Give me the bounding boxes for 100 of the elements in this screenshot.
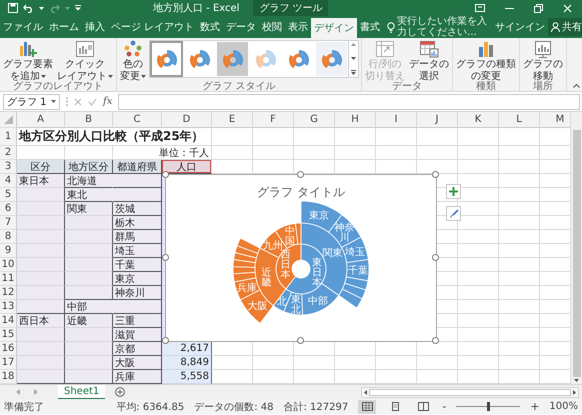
row-header[interactable]: 9 [0, 244, 17, 258]
scroll-down-icon[interactable] [351, 56, 356, 60]
row-header[interactable]: 13 [0, 300, 17, 314]
collapse-icon[interactable] [573, 84, 580, 88]
column-header[interactable]: H [335, 112, 376, 128]
row-header[interactable]: 8 [0, 230, 17, 244]
column-header[interactable]: C [113, 112, 162, 128]
caret-icon[interactable] [39, 6, 44, 10]
chart-style-option[interactable] [150, 41, 183, 77]
scrollbar-thumb[interactable] [572, 130, 580, 377]
customize-icon[interactable] [75, 5, 81, 11]
zoom-slider-thumb[interactable] [486, 402, 490, 411]
column-header[interactable]: F [253, 112, 294, 128]
scroll-down-icon[interactable] [574, 379, 579, 382]
sheet-tab[interactable]: Sheet1 [58, 384, 106, 400]
ribbon-tab[interactable]: ファイル [0, 18, 46, 36]
table-cell: 神奈川 [113, 286, 162, 300]
caret-icon[interactable] [141, 74, 146, 78]
ribbon-tab[interactable]: デザイン [311, 18, 358, 38]
scroll-left-icon[interactable] [364, 390, 367, 394]
row-header[interactable]: 3 [0, 160, 17, 174]
close-icon[interactable] [563, 4, 572, 12]
vertical-scrollbar[interactable] [570, 112, 582, 384]
share-button[interactable]: 共有 [548, 18, 582, 36]
caret-icon[interactable] [51, 100, 56, 103]
row-header[interactable]: 11 [0, 272, 17, 286]
row-header[interactable]: 10 [0, 258, 17, 272]
column-header[interactable]: D [162, 112, 212, 128]
restore-icon[interactable] [534, 4, 543, 12]
check-icon[interactable] [88, 98, 97, 106]
row-header[interactable]: 6 [0, 202, 17, 216]
ribbon-tab[interactable]: ホーム [46, 18, 82, 36]
resize-handle[interactable] [297, 171, 304, 178]
sign-in-link[interactable]: サインイン [495, 20, 546, 34]
ribbon-button[interactable]: 色の 変更 [119, 40, 147, 82]
column-header[interactable]: E [212, 112, 253, 128]
zoom-in-button[interactable]: + [530, 400, 540, 413]
name-box[interactable]: グラフ 1 [3, 94, 60, 110]
lightbulb-icon [387, 22, 396, 32]
resize-handle[interactable] [297, 337, 304, 344]
column-header[interactable]: B [65, 112, 113, 128]
more-icon[interactable] [351, 70, 356, 75]
group-label: 場所 [532, 82, 554, 92]
chart-styles-button[interactable] [446, 206, 461, 221]
ribbon-button[interactable]: クイック レイアウト [56, 40, 114, 82]
row-header[interactable]: 7 [0, 216, 17, 230]
row-header[interactable]: 18 [0, 370, 17, 384]
resize-handle[interactable] [162, 171, 169, 178]
column-header[interactable]: M [540, 112, 570, 128]
column-header[interactable]: J [417, 112, 458, 128]
insert-function-button[interactable]: fx [103, 96, 112, 107]
scrollbar-thumb[interactable] [369, 388, 571, 396]
row-header[interactable]: 5 [0, 188, 17, 202]
save-icon[interactable] [8, 3, 18, 13]
row-header[interactable]: 4 [0, 174, 17, 188]
row-header[interactable]: 15 [0, 328, 17, 342]
resize-handle[interactable] [432, 337, 439, 344]
column-header[interactable]: A [17, 112, 65, 128]
ribbon-tab[interactable]: 数式 [197, 18, 224, 36]
chart-elements-button[interactable] [446, 184, 461, 199]
ribbon-tab[interactable]: データ [223, 18, 260, 36]
resize-handle[interactable] [432, 171, 439, 178]
ribbon-display-icon[interactable] [475, 4, 485, 12]
row-header[interactable]: 17 [0, 356, 17, 370]
column-header[interactable]: L [499, 112, 540, 128]
caret-icon[interactable] [41, 74, 46, 78]
formula-field[interactable] [118, 94, 580, 110]
scroll-up-icon[interactable] [351, 43, 356, 46]
ribbon-button[interactable]: グラフの種類 の変更 [455, 40, 517, 82]
zoom-level[interactable]: 100% [549, 401, 578, 412]
caret-icon[interactable] [108, 74, 113, 78]
ribbon-button[interactable]: グラフの 移動 [522, 40, 564, 82]
horizontal-scrollbar[interactable] [361, 386, 579, 398]
row-header[interactable]: 16 [0, 342, 17, 356]
undo-icon[interactable] [23, 4, 34, 12]
ribbon-button[interactable]: グラフ要素 を追加 [2, 40, 54, 82]
segment-label: 東北 [290, 294, 301, 316]
resize-handle[interactable] [162, 254, 169, 261]
next-sheet-icon[interactable] [34, 389, 38, 395]
cancel-icon[interactable] [74, 98, 82, 106]
view-button[interactable] [358, 400, 376, 414]
scroll-right-icon[interactable] [573, 390, 576, 394]
ribbon-tab[interactable]: 書式 [357, 18, 384, 36]
row-header[interactable]: 2 [0, 146, 17, 160]
previous-sheet-icon[interactable] [16, 389, 20, 395]
ribbon-button[interactable]: データの 選択 [408, 40, 450, 82]
row-header[interactable]: 12 [0, 286, 17, 300]
resize-handle[interactable] [162, 337, 169, 344]
ribbon-tab[interactable]: ページ レイアウト [108, 18, 198, 36]
zoom-out-button[interactable]: - [442, 400, 446, 413]
ribbon-tab[interactable]: 挿入 [82, 18, 108, 36]
add-sheet-icon[interactable] [115, 387, 126, 397]
column-header[interactable]: G [294, 112, 335, 128]
row-header[interactable]: 14 [0, 314, 17, 328]
column-header[interactable]: I [376, 112, 417, 128]
row-header[interactable]: 1 [0, 128, 17, 146]
ribbon-tab[interactable]: 表示 [285, 18, 312, 36]
column-header[interactable]: K [458, 112, 499, 128]
ribbon-tab[interactable]: 校閲 [259, 18, 286, 36]
resize-handle[interactable] [432, 254, 439, 261]
